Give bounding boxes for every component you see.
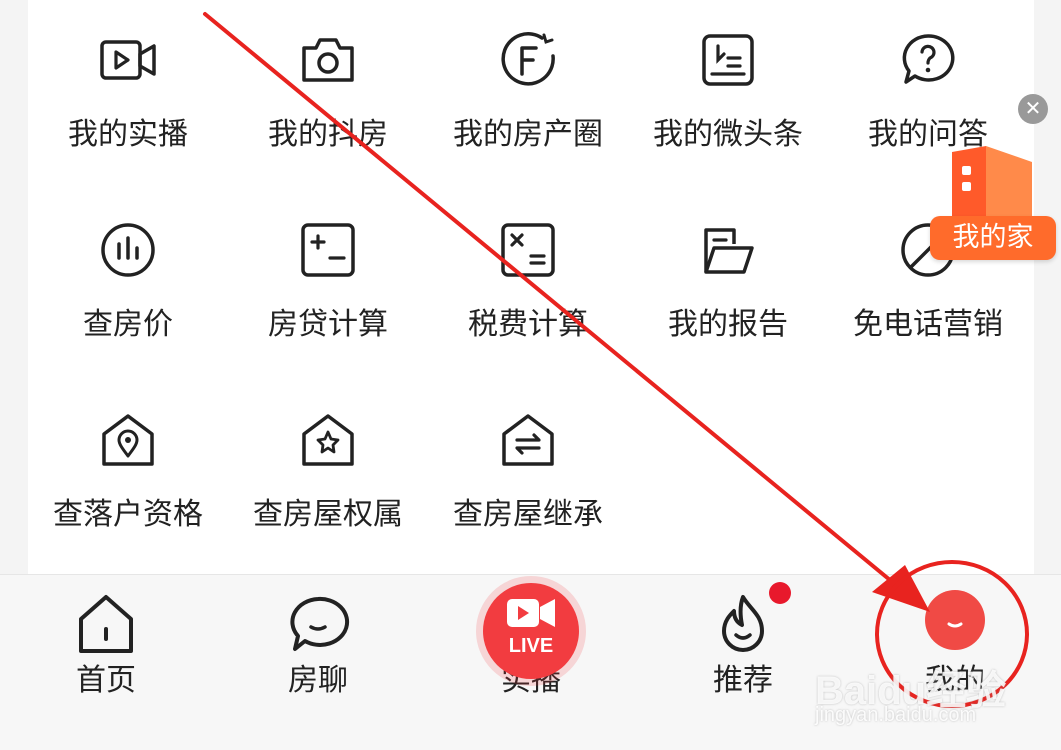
video-camera-icon [100,40,156,80]
tile-my-report[interactable]: 我的报告 [628,210,828,370]
tile-label: 我的抖房 [268,117,388,152]
flame-icon [722,595,764,652]
notification-dot [769,582,791,604]
tile-tax-calc[interactable]: 税费计算 [428,210,628,370]
f-circle-icon [501,32,555,86]
question-bubble-icon [902,34,955,84]
tile-property-inheritance[interactable]: 查房屋继承 [428,400,628,560]
live-video-icon [507,599,555,627]
tile-label: 我的微头条 [653,117,803,152]
tab-label: 首页 [76,663,136,698]
tile-my-property-circle[interactable]: 我的房产圈 [428,20,628,180]
tab-home[interactable]: 首页 [26,575,186,750]
floating-close-button[interactable]: ✕ [1018,94,1048,124]
tile-label: 房贷计算 [268,307,388,342]
tile-my-live[interactable]: 我的实播 [28,20,228,180]
times-equals-calculator-icon [501,223,555,277]
note-pen-icon [702,34,754,86]
house-star-icon [302,414,354,466]
tile-check-price[interactable]: 查房价 [28,210,228,370]
tile-label: 查房屋继承 [453,497,603,532]
watermark-url: jingyan.baidu.com [815,704,977,726]
avatar-face-icon [947,622,963,628]
house-transfer-icon [502,414,554,466]
tile-mortgage-calc[interactable]: 房贷计算 [228,210,428,370]
building-icon [952,146,1032,218]
camera-icon [302,38,354,82]
tile-property-ownership[interactable]: 查房屋权属 [228,400,428,560]
tile-label: 免电话营销 [853,307,1003,342]
tools-grid: 我的实播 我的抖房 我的房产圈 我的微头条 我的问答 查房价 房贷计算 税费计算… [28,0,1034,574]
live-badge-text: LIVE [508,635,554,657]
tile-label: 税费计算 [468,307,588,342]
floating-my-home-label: 我的家 [930,216,1056,260]
chat-bubble-icon [290,596,350,651]
house-location-icon [102,414,154,466]
home-icon [79,595,133,653]
live-button[interactable]: LIVE [483,583,579,679]
bar-chart-circle-icon [101,223,155,277]
tab-chat[interactable]: 房聊 [238,575,398,750]
tile-my-micro-headline[interactable]: 我的微头条 [628,20,828,180]
tab-recommend[interactable]: 推荐 [663,575,823,750]
folder-icon [704,228,754,274]
floating-my-home-widget[interactable]: 我的家 [928,146,1058,266]
tile-my-douyin-house[interactable]: 我的抖房 [228,20,428,180]
tab-label: 推荐 [713,663,773,698]
tile-label: 查落户资格 [53,497,203,532]
tile-settlement-eligibility[interactable]: 查落户资格 [28,400,228,560]
tile-label: 查房价 [83,307,173,342]
tile-label: 我的实播 [68,117,188,152]
tile-label: 查房屋权属 [253,497,403,532]
tile-label: 我的报告 [668,307,788,342]
tile-label: 我的房产圈 [453,117,603,152]
tab-label: 房聊 [288,663,348,698]
plus-minus-calculator-icon [301,223,355,277]
avatar-icon[interactable] [925,590,985,650]
